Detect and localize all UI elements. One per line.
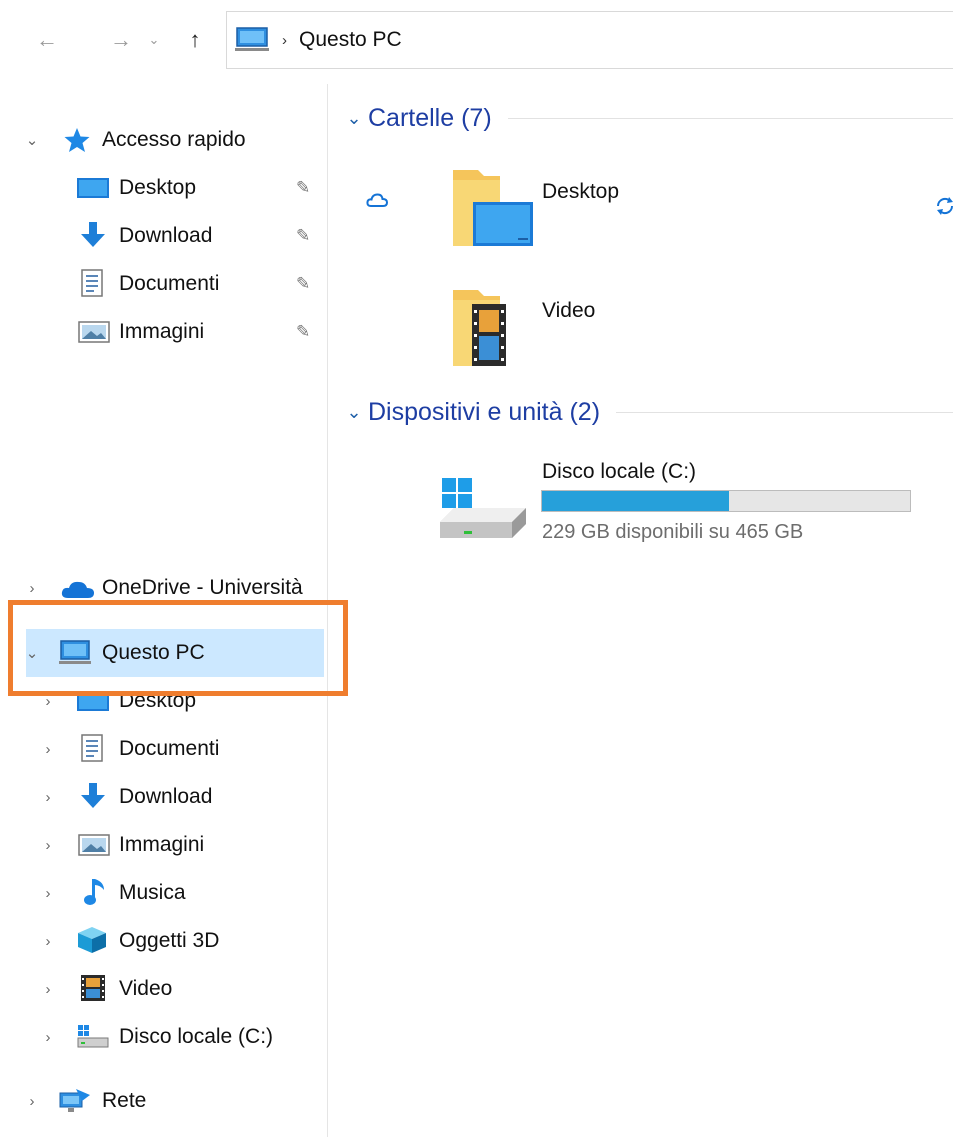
breadcrumb-questo-pc[interactable]: Questo PC [299, 28, 402, 52]
download-icon [78, 781, 108, 809]
chevron-right-icon[interactable]: › [38, 741, 58, 758]
group-title: Dispositivi e unità (2) [368, 398, 601, 426]
local-disk-icon [436, 474, 532, 555]
chevron-right-icon[interactable]: › [38, 789, 58, 806]
arrow-left-icon: ← [36, 27, 58, 52]
desktop-folder-icon [448, 166, 538, 257]
3d-objects-icon [76, 925, 106, 953]
sidebar-item-label: Musica [119, 881, 186, 904]
sidebar-item-quick-desktop[interactable]: Desktop ✎ [0, 164, 328, 212]
sidebar-item-rete[interactable]: › Rete [0, 1077, 328, 1125]
sidebar-item-label: Desktop [119, 689, 197, 712]
documents-icon [80, 733, 110, 762]
music-icon [82, 877, 112, 905]
folder-name: Video [542, 299, 596, 322]
network-icon [58, 1087, 90, 1115]
sidebar-item-pc-documenti[interactable]: › Documenti [0, 725, 328, 773]
sidebar-item-label: OneDrive - Università [102, 576, 303, 599]
drive-free-space: 229 GB disponibili su 465 GB [542, 521, 804, 543]
sidebar-item-label: Rete [102, 1089, 147, 1112]
sidebar-item-label: Disco locale (C:) [119, 1025, 274, 1048]
sidebar-item-label: Documenti [119, 737, 220, 760]
sidebar-item-quick-immagini[interactable]: Immagini ✎ [0, 308, 328, 356]
back-button[interactable]: ← [30, 24, 64, 56]
sidebar-item-quick-access[interactable]: ⌄ Accesso rapido [0, 116, 328, 164]
sidebar-item-pc-video[interactable]: › Video [0, 965, 328, 1013]
arrow-right-icon: → [110, 27, 132, 52]
chevron-right-icon[interactable]: › [38, 933, 58, 950]
chevron-right-icon[interactable]: › [38, 1029, 58, 1046]
chevron-down-icon: ⌄ [148, 32, 160, 47]
video-folder-icon [448, 286, 538, 377]
this-pc-icon [232, 25, 272, 55]
video-icon [80, 974, 110, 1002]
chevron-down-icon[interactable]: ⌄ [340, 402, 368, 423]
sidebar-item-label: Download [119, 224, 213, 247]
sidebar-item-label: Download [119, 785, 213, 808]
chevron-right-icon[interactable]: › [38, 837, 58, 854]
recent-locations-button[interactable]: ⌄ [144, 24, 164, 56]
navigation-bar: ← → ⌄ ↑ › Questo PC [0, 0, 953, 84]
sidebar-item-label: Accesso rapido [102, 128, 246, 151]
sidebar-item-pc-desktop[interactable]: › Desktop [0, 677, 328, 725]
this-pc-icon [58, 639, 91, 667]
group-divider [616, 412, 953, 413]
onedrive-cloud-icon [60, 578, 94, 606]
sidebar-item-pc-musica[interactable]: › Musica [0, 869, 328, 917]
cloud-icon [366, 192, 389, 213]
desktop-icon [76, 174, 109, 202]
pin-icon[interactable]: ✎ [296, 322, 310, 342]
download-icon [78, 220, 108, 248]
breadcrumb-separator: › [282, 31, 287, 49]
chevron-right-icon[interactable]: › [38, 981, 58, 998]
chevron-down-icon[interactable]: ⌄ [340, 108, 368, 129]
pin-icon[interactable]: ✎ [296, 274, 310, 294]
address-bar[interactable]: › Questo PC [226, 11, 953, 69]
sidebar-item-questo-pc[interactable]: ⌄ Questo PC [26, 629, 324, 677]
sidebar-item-label: Desktop [119, 176, 197, 199]
chevron-right-icon[interactable]: › [22, 580, 42, 597]
arrow-up-icon: ↑ [189, 27, 201, 52]
sidebar-item-label: Immagini [119, 833, 205, 856]
sidebar-item-pc-oggetti-3d[interactable]: › Oggetti 3D [0, 917, 328, 965]
chevron-right-icon[interactable]: › [38, 885, 58, 902]
sidebar-item-label: Oggetti 3D [119, 929, 220, 952]
pictures-icon [78, 833, 110, 861]
chevron-down-icon[interactable]: ⌄ [22, 644, 42, 662]
sidebar-item-quick-documenti[interactable]: Documenti ✎ [0, 260, 328, 308]
sync-icon [934, 196, 953, 221]
group-divider [507, 118, 953, 119]
group-header-devices[interactable]: ⌄ Dispositivi e unità (2) [340, 398, 953, 427]
drive-name: Disco locale (C:) [542, 460, 697, 483]
sidebar-item-label: Video [119, 977, 173, 1000]
sidebar-item-pc-disco-locale[interactable]: › Disco locale (C:) [0, 1013, 328, 1061]
forward-button[interactable]: → [104, 24, 138, 56]
star-icon [62, 126, 92, 154]
chevron-down-icon[interactable]: ⌄ [22, 131, 42, 149]
sidebar-item-pc-download[interactable]: › Download [0, 773, 328, 821]
sidebar-item-label: Documenti [119, 272, 220, 295]
pin-icon[interactable]: ✎ [296, 226, 310, 246]
pictures-icon [78, 320, 110, 348]
folder-name: Desktop [542, 180, 620, 203]
sidebar-item-onedrive[interactable]: › OneDrive - Università [0, 564, 328, 612]
group-header-folders[interactable]: ⌄ Cartelle (7) [340, 104, 953, 133]
drive-usage-fill [542, 491, 729, 511]
documents-icon [80, 268, 110, 297]
sidebar-item-label: Immagini [119, 320, 205, 343]
sidebar-item-quick-download[interactable]: Download ✎ [0, 212, 328, 260]
desktop-icon [76, 687, 109, 715]
group-title: Cartelle (7) [368, 104, 492, 132]
navigation-pane: ⌄ Accesso rapido Desktop ✎ Download ✎ Do… [0, 84, 328, 1137]
drive-usage-bar [541, 490, 911, 512]
chevron-right-icon[interactable]: › [22, 1093, 42, 1110]
up-button[interactable]: ↑ [178, 24, 212, 56]
pin-icon[interactable]: ✎ [296, 178, 310, 198]
chevron-right-icon[interactable]: › [38, 693, 58, 710]
sidebar-item-label: Questo PC [102, 641, 205, 664]
sidebar-item-pc-immagini[interactable]: › Immagini [0, 821, 328, 869]
local-disk-icon [76, 1023, 109, 1051]
